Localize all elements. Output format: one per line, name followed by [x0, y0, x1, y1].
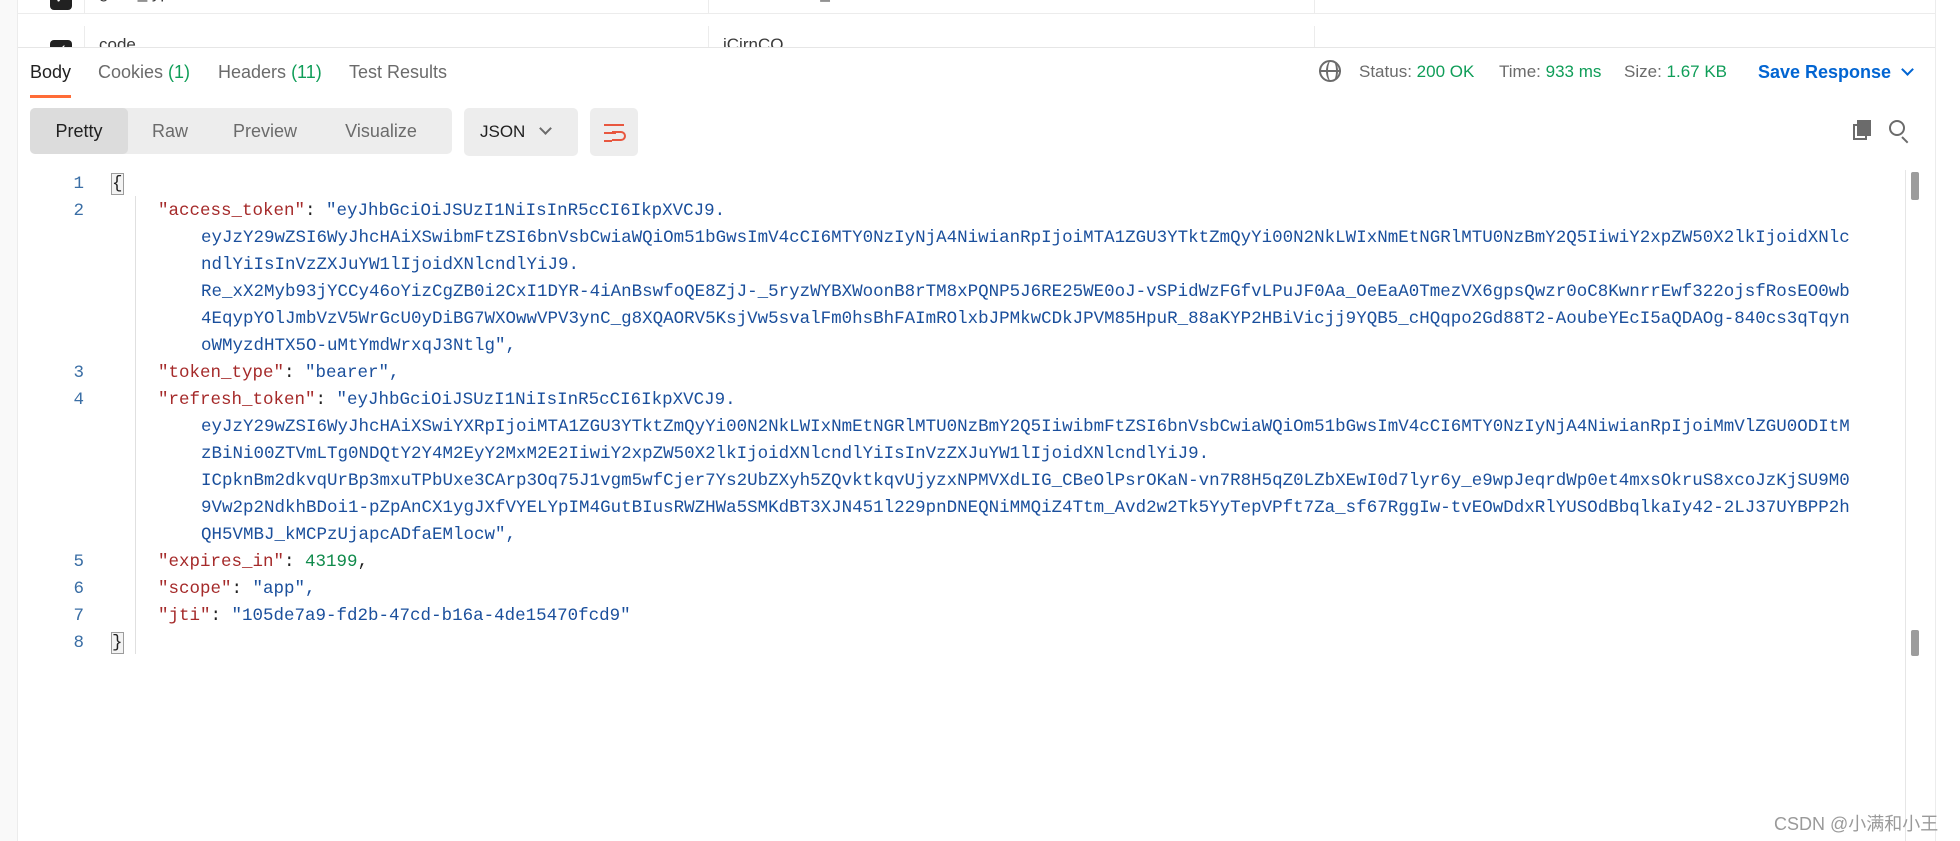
params-row: ✓ grant_type authorization_code — [18, 0, 1935, 14]
code-text: "refresh_token": "eyJhbGciOiJSUzI1NiIsIn… — [158, 390, 736, 410]
param-value[interactable]: authorization_code — [708, 0, 1314, 14]
checkbox[interactable]: ✓ — [50, 0, 72, 10]
line-number: 4 — [73, 390, 84, 410]
json-string: "eyJhbGciOiJSUzI1NiIsInR5cCI6IkpXVCJ9. — [336, 390, 736, 410]
json-key: "token_type" — [158, 363, 285, 383]
param-description[interactable] — [1314, 0, 1935, 14]
tab-count: (11) — [291, 62, 322, 82]
save-response-label: Save Response — [1758, 62, 1892, 82]
json-key: "scope" — [158, 579, 232, 599]
tab-headers[interactable]: Headers (11) — [218, 62, 322, 98]
json-string: 4EqypYOlJmbVzV5WrGcU0yDiBG7WXOwwVPV3ynC_… — [201, 309, 1850, 329]
json-key: "access_token" — [158, 201, 306, 221]
chevron-down-icon — [1901, 63, 1914, 76]
view-visualize[interactable]: Visualize — [318, 108, 444, 154]
json-string: zBiNi00ZTVmLTg0NDQtY2Y4M2EyY2MxM2E2IiwiY… — [201, 444, 1210, 464]
scrollbar-thumb[interactable] — [1911, 172, 1919, 200]
view-mode-selector: Pretty Raw Preview Visualize — [30, 108, 452, 154]
format-select[interactable]: JSON — [464, 108, 578, 156]
line-number: 1 — [73, 174, 84, 194]
tab-body[interactable]: Body — [30, 62, 72, 98]
tab-test-results[interactable]: Test Results — [349, 62, 447, 98]
size-value: 1.67 KB — [1666, 62, 1728, 81]
param-key[interactable]: grant_type — [84, 0, 708, 14]
tab-count: (1) — [168, 62, 191, 82]
size-info: Size: 1.67 KB — [1624, 62, 1727, 82]
params-table: ✓ grant_type authorization_code ✓ code i… — [18, 0, 1935, 48]
json-string: Re_xX2Myb93jYCCy46oYizCgZB0i2CxI1DYR-4iA… — [201, 282, 1850, 302]
save-response-button[interactable]: Save Response — [1758, 62, 1914, 83]
wrap-lines-button[interactable] — [590, 108, 638, 156]
tab-cookies[interactable]: Cookies (1) — [98, 62, 190, 98]
json-key: "refresh_token" — [158, 390, 316, 410]
line-number: 6 — [73, 579, 84, 599]
json-string: "bearer", — [305, 363, 400, 383]
globe-icon[interactable] — [1319, 60, 1341, 82]
checkbox[interactable]: ✓ — [50, 40, 72, 47]
code-text: "token_type": "bearer", — [158, 363, 400, 383]
time-info: Time: 933 ms — [1499, 62, 1601, 82]
line-number: 8 — [73, 633, 84, 653]
json-string: QH5VMBJ_kMCPzUjapcADfaEMlocw", — [201, 525, 517, 545]
json-number: 43199 — [305, 552, 358, 572]
json-string: ndlYiIsInVzZXJuYW1lIjoidXNlcndlYiJ9. — [201, 255, 580, 275]
tab-label: Headers — [218, 62, 287, 82]
code-text: "access_token": "eyJhbGciOiJSUzI1NiIsInR… — [158, 201, 726, 221]
line-number: 5 — [73, 552, 84, 572]
view-pretty[interactable]: Pretty — [30, 108, 128, 154]
tab-label: Test Results — [349, 62, 448, 82]
time-label: Time: — [1499, 62, 1541, 81]
code-text: "jti": "105de7a9-fd2b-47cd-b16a-4de15470… — [158, 606, 631, 626]
brace: { — [111, 173, 124, 195]
format-value: JSON — [480, 122, 526, 141]
watermark: CSDN @小满和小王 — [1774, 814, 1939, 834]
copy-icon[interactable] — [1853, 120, 1871, 140]
params-row: ✓ code iCirnCO — [18, 26, 1935, 47]
left-gutter — [0, 0, 18, 841]
response-tabs: Body Cookies (1) Headers (11) Test Resul… — [18, 48, 1935, 98]
line-number: 2 — [73, 201, 84, 221]
view-raw[interactable]: Raw — [128, 108, 212, 154]
param-value[interactable]: iCirnCO — [708, 26, 1314, 47]
json-string: eyJzY29wZSI6WyJhcHAiXSwibmFtZSI6bnVsbCwi… — [201, 228, 1850, 248]
tab-label: Cookies — [98, 62, 164, 82]
json-string: "eyJhbGciOiJSUzI1NiIsInR5cCI6IkpXVCJ9. — [326, 201, 726, 221]
code-text: { — [111, 173, 1912, 195]
time-value: 933 ms — [1545, 62, 1602, 81]
status-info: Status: 200 OK — [1359, 62, 1474, 82]
line-number: 3 — [73, 363, 84, 383]
param-key[interactable]: code — [84, 26, 708, 47]
json-string: ICpknBm2dkvqUrBp3mxuTPbUxe3CArp3Oq75J1vg… — [201, 471, 1850, 491]
code-text: "expires_in": 43199, — [158, 552, 369, 572]
status-value: 200 OK — [1416, 62, 1475, 81]
size-label: Size: — [1624, 62, 1662, 81]
search-icon[interactable] — [1889, 120, 1909, 144]
line-number: 7 — [73, 606, 84, 626]
tab-label: Body — [30, 62, 72, 82]
brace: } — [111, 632, 124, 654]
json-string: oWMyzdHTX5O-uMtYmdWrxqJ3Ntlg", — [201, 336, 517, 356]
json-string: "105de7a9-fd2b-47cd-b16a-4de15470fcd9" — [231, 606, 631, 626]
json-string: eyJzY29wZSI6WyJhcHAiXSwiYXRpIjoiMTA1ZGU3… — [201, 417, 1850, 437]
response-body-code[interactable]: 1 { 2 "access_token": "eyJhbGciOiJSUzI1N… — [18, 170, 1908, 841]
view-preview[interactable]: Preview — [212, 108, 318, 154]
json-punct: , — [357, 552, 369, 572]
status-label: Status: — [1359, 62, 1412, 81]
json-string: 9Vw2p2NdkhBDoi1-pZpAnCX1ygJXfVYELYpIM4Gu… — [201, 498, 1850, 518]
scrollbar-thumb[interactable] — [1911, 630, 1919, 656]
json-string: "app", — [252, 579, 316, 599]
code-text: "scope": "app", — [158, 579, 316, 599]
json-key: "jti" — [158, 606, 211, 626]
code-text: } — [111, 632, 1912, 654]
chevron-down-icon — [539, 122, 553, 135]
json-key: "expires_in" — [158, 552, 285, 572]
param-description[interactable] — [1314, 26, 1935, 47]
